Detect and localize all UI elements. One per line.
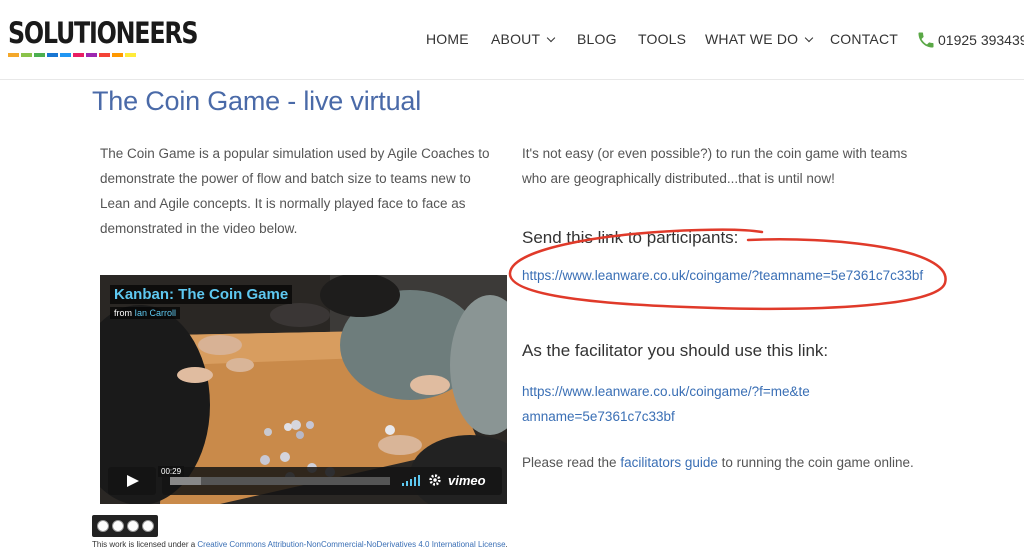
volume-icon[interactable] <box>402 474 420 486</box>
chevron-down-icon <box>546 33 556 43</box>
nd-icon <box>141 520 154 532</box>
video-timestamp: 00:29 <box>158 466 185 477</box>
site-header: SOLUTIONEERS HOME ABOUT BLOG TOOLS WHAT … <box>0 0 1024 80</box>
license-prefix: This work is licensed under a <box>92 540 198 549</box>
logo-bar <box>21 53 32 57</box>
cc-icon <box>96 520 109 532</box>
intro-text-left: The Coin Game is a popular simulation us… <box>100 146 490 236</box>
nav-blog[interactable]: BLOG <box>577 31 617 47</box>
logo-bar <box>86 53 97 57</box>
nav-about-label: ABOUT <box>491 31 541 47</box>
logo-bar <box>34 53 45 57</box>
license-text: This work is licensed under a Creative C… <box>92 540 508 549</box>
intro-text-right: It's not easy (or even possible?) to run… <box>522 146 908 186</box>
logo-bar <box>99 53 110 57</box>
main-nav: HOME ABOUT BLOG TOOLS WHAT WE DO CONTACT <box>0 31 1024 51</box>
video-progress-fill <box>170 477 201 485</box>
guide-prefix: Please read the <box>522 455 621 470</box>
license-suffix: . <box>505 540 508 549</box>
phone-number: 01925 393439 <box>938 32 1024 48</box>
nav-tools[interactable]: TOOLS <box>638 31 686 47</box>
video-from-label: from <box>114 308 132 318</box>
logo-bar <box>8 53 19 57</box>
logo-bar <box>60 53 71 57</box>
guide-suffix: to running the coin game online. <box>717 455 914 470</box>
facilitator-link[interactable]: https://www.leanware.co.uk/coingame/?f=m… <box>522 379 812 429</box>
video-player[interactable]: Kanban: The Coin Game from Ian Carroll v… <box>100 275 507 504</box>
nav-about[interactable]: ABOUT <box>491 31 556 47</box>
video-author-link[interactable]: Ian Carroll <box>135 308 177 318</box>
facilitator-heading: As the facilitator you should use this l… <box>522 341 829 360</box>
creative-commons-badge[interactable] <box>92 515 158 537</box>
video-byline: from Ian Carroll <box>110 307 181 319</box>
license-link[interactable]: Creative Commons Attribution-NonCommerci… <box>197 540 505 549</box>
gear-icon[interactable] <box>428 473 442 487</box>
play-button[interactable] <box>108 467 156 495</box>
facilitators-guide-link[interactable]: facilitators guide <box>620 455 718 470</box>
nav-what-we-do[interactable]: WHAT WE DO <box>705 31 814 47</box>
nav-home[interactable]: HOME <box>426 31 469 47</box>
volume-bar <box>418 475 420 486</box>
chevron-down-icon <box>805 33 814 43</box>
video-controls: vimeo <box>162 467 502 495</box>
phone-icon <box>918 32 934 48</box>
logo-bar <box>47 53 58 57</box>
nav-what-we-do-label: WHAT WE DO <box>705 31 799 47</box>
guide-note: Please read the facilitators guide to ru… <box>522 455 914 470</box>
by-icon <box>111 520 124 532</box>
phone-link[interactable]: 01925 393439 <box>916 30 1024 50</box>
vimeo-logo[interactable]: vimeo <box>448 473 486 488</box>
volume-bar <box>414 477 416 486</box>
nc-icon <box>126 520 139 532</box>
logo-bar <box>125 53 136 57</box>
video-title[interactable]: Kanban: The Coin Game <box>110 285 293 304</box>
logo-color-bars <box>8 53 239 57</box>
nav-contact[interactable]: CONTACT <box>830 31 898 47</box>
page-title: The Coin Game - live virtual <box>92 86 422 116</box>
video-progress-bar[interactable] <box>170 477 390 485</box>
volume-bar <box>406 481 408 486</box>
participant-link[interactable]: https://www.leanware.co.uk/coingame/?tea… <box>522 268 923 283</box>
logo-bar <box>112 53 123 57</box>
logo-bar <box>73 53 84 57</box>
volume-bar <box>402 483 404 486</box>
volume-bar <box>410 479 412 486</box>
